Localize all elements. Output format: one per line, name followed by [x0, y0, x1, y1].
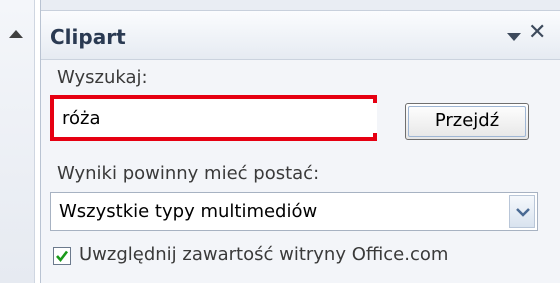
pane-options-dropdown-icon[interactable]: [507, 33, 521, 41]
pane-top-bar: [41, 0, 560, 11]
checkmark-icon: [56, 250, 69, 263]
office-content-checkbox-label[interactable]: Uwzględnij zawartość witryny Office.com: [79, 244, 448, 265]
go-button-focus-ring: [408, 106, 526, 137]
results-label: Wyniki powinny mieć postać:: [57, 163, 320, 184]
left-gutter: [0, 0, 35, 283]
search-label: Wyszukaj:: [57, 67, 148, 88]
pane-title: Clipart: [50, 25, 126, 49]
pane-header: Clipart ✕: [41, 11, 560, 60]
close-icon[interactable]: ✕: [528, 22, 546, 44]
select-arrow-button[interactable]: [509, 195, 535, 228]
collapse-up-icon[interactable]: [9, 30, 23, 38]
media-type-select[interactable]: Wszystkie typy multimediów: [50, 192, 538, 231]
search-input[interactable]: [58, 103, 377, 133]
chevron-down-icon: [516, 208, 530, 217]
office-content-checkbox[interactable]: [53, 247, 71, 265]
go-button[interactable]: Przejdź: [405, 103, 529, 140]
clipart-task-pane: Clipart ✕ Wyszukaj: Przejdź Wyniki powin…: [40, 0, 560, 283]
media-type-selected-value: Wszystkie typy multimediów: [59, 201, 318, 222]
search-highlight-frame: [50, 95, 377, 141]
